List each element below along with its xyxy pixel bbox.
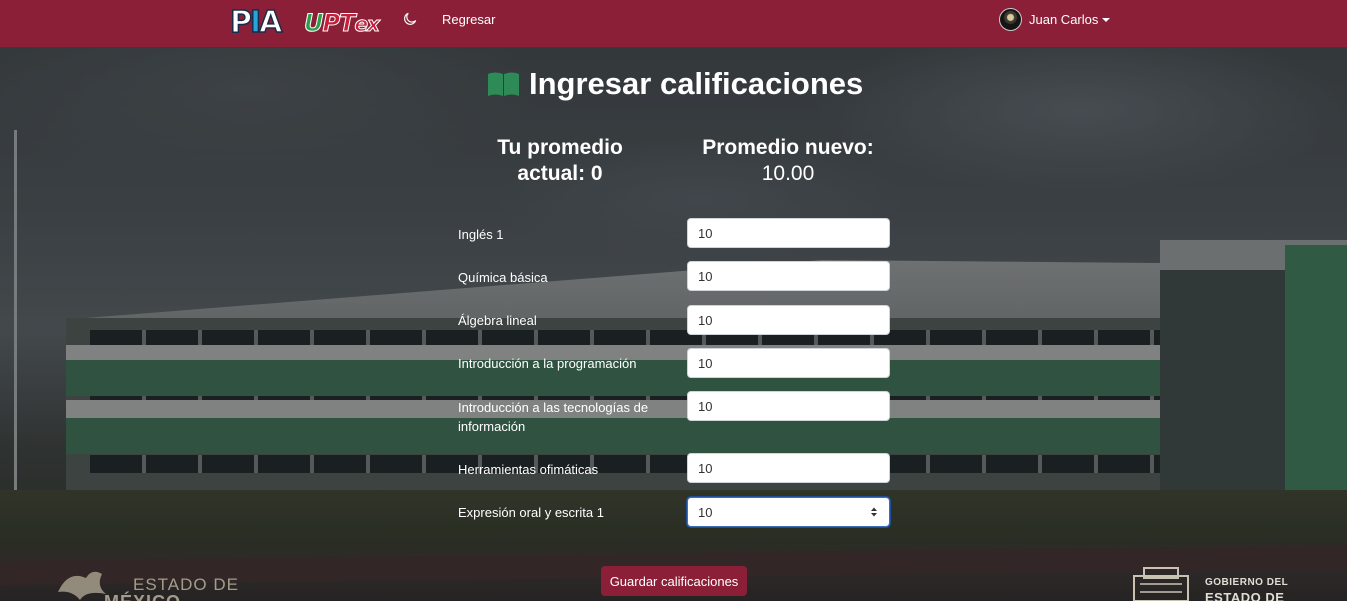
new-average: Promedio nuevo: 10.00 xyxy=(698,135,878,187)
subject-label: Introducción a la programación xyxy=(458,356,637,371)
grade-input[interactable]: 10 xyxy=(687,305,890,335)
grade-input[interactable]: 10 xyxy=(687,391,890,421)
uptex-logo[interactable]: UPTex xyxy=(304,8,381,38)
grade-input[interactable]: 10 xyxy=(687,348,890,378)
user-name: Juan Carlos xyxy=(1029,11,1099,27)
new-average-value: 10.00 xyxy=(761,162,815,185)
grade-input[interactable]: 10 xyxy=(687,453,890,483)
gobierno-seal-icon xyxy=(1133,567,1189,601)
gobierno-text-2: ESTADO DE xyxy=(1205,590,1285,601)
avatar xyxy=(999,7,1022,31)
grade-input-value: 10 xyxy=(698,505,713,520)
current-average-value: 0 xyxy=(590,162,603,185)
spinner-arrows-icon[interactable] xyxy=(870,506,878,518)
caret-down-icon xyxy=(1102,17,1111,22)
subject-label: Expresión oral y escrita 1 xyxy=(458,505,604,520)
grade-input[interactable]: 10 xyxy=(687,218,890,248)
moon-icon[interactable] xyxy=(403,12,417,26)
user-menu-dropdown[interactable]: Juan Carlos xyxy=(999,7,1111,31)
top-navbar: PIA UPTex Regresar Juan Carlos xyxy=(0,0,1347,48)
gobierno-text: GOBIERNO DEL xyxy=(1205,577,1289,588)
subject-label: Inglés 1 xyxy=(458,227,504,242)
book-icon xyxy=(488,72,519,96)
page-title: Ingresar calificaciones xyxy=(487,64,863,104)
current-average: Tu promedio actual: 0 xyxy=(470,135,650,187)
save-grades-button[interactable]: Guardar calificaciones xyxy=(601,566,747,596)
subject-label: Álgebra lineal xyxy=(458,313,537,328)
new-average-label: Promedio nuevo: xyxy=(702,136,874,159)
pia-logo[interactable]: PIA xyxy=(229,5,290,41)
current-average-label: Tu promedio actual: xyxy=(497,136,623,185)
page-title-text: Ingresar calificaciones xyxy=(529,66,864,101)
subject-label: Herramientas ofimáticas xyxy=(458,462,599,477)
subject-label: Química básica xyxy=(458,270,548,285)
grade-input[interactable]: 10 xyxy=(687,261,890,291)
grade-input-focused[interactable]: 10 xyxy=(687,497,890,527)
estado-logo-text-2: MÉXICO xyxy=(104,592,181,601)
subject-label: Introducción a las tecnologías de inform… xyxy=(458,400,649,434)
back-link[interactable]: Regresar xyxy=(442,12,495,27)
